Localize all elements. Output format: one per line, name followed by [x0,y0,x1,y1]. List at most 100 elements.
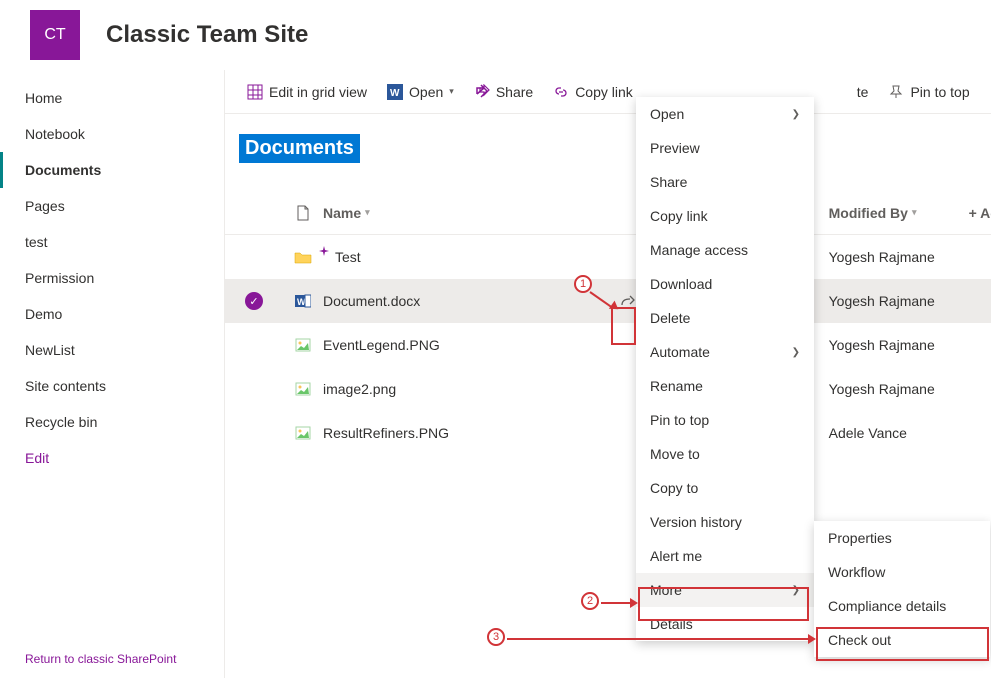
return-classic-link[interactable]: Return to classic SharePoint [0,640,224,678]
modifiedby-cell[interactable]: Yogesh Rajmane [829,337,969,353]
sidebar: Home Notebook Documents Pages test Permi… [0,70,225,678]
file-name-cell[interactable]: image2.png [323,381,583,397]
grid-icon [247,84,263,100]
ctx-copylink[interactable]: Copy link [636,199,814,233]
modifiedby-cell[interactable]: Adele Vance [829,425,969,441]
chevron-down-icon: ▾ [912,207,917,218]
sidebar-item-notebook[interactable]: Notebook [0,116,224,152]
sidebar-item-newlist[interactable]: NewList [0,332,224,368]
site-logo-text: CT [44,26,65,44]
sub-compliance[interactable]: Compliance details [814,589,990,623]
annotation-line-3 [507,638,814,640]
sidebar-item-sitecontents[interactable]: Site contents [0,368,224,404]
sidebar-item-recyclebin[interactable]: Recycle bin [0,404,224,440]
ctx-delete[interactable]: Delete [636,301,814,335]
cmd-copylink-label: Copy link [575,84,633,100]
sidebar-edit-link[interactable]: Edit [0,440,224,476]
grid-header-row: Name ▾ Modified By ▾ + Ad [225,191,991,235]
ctx-automate[interactable]: Automate ❯ [636,335,814,369]
ctx-open-label: Open [650,106,684,122]
word-icon: W [387,84,403,100]
col-head-modifiedby[interactable]: Modified By ▾ [829,205,969,221]
sidebar-item-documents[interactable]: Documents [0,152,224,188]
cmd-pin-label: Pin to top [910,84,969,100]
sidebar-item-pages[interactable]: Pages [0,188,224,224]
context-menu: Open❯ Preview Share Copy link Manage acc… [636,97,814,641]
chevron-right-icon: ❯ [792,347,800,358]
ctx-moveto[interactable]: Move to [636,437,814,471]
cmd-delete-partial-label: te [857,84,869,100]
site-title[interactable]: Classic Team Site [106,21,308,49]
cmd-edit-grid[interactable]: Edit in grid view [239,80,375,104]
sidebar-item-demo[interactable]: Demo [0,296,224,332]
svg-text:W: W [390,88,400,99]
annotation-badge-1: 1 [574,275,592,293]
cmd-share[interactable]: Share [466,80,541,104]
ctx-pin[interactable]: Pin to top [636,403,814,437]
file-name-cell[interactable]: ResultRefiners.PNG [323,425,583,441]
annotation-arrow-3 [808,634,816,644]
command-bar: Edit in grid view W Open ▾ Share Copy li… [225,70,991,114]
ctx-version-history[interactable]: Version history [636,505,814,539]
sub-workflow[interactable]: Workflow [814,555,990,589]
modifiedby-cell[interactable]: Yogesh Rajmane [829,381,969,397]
ctx-automate-label: Automate [650,344,710,360]
sidebar-item-permission[interactable]: Permission [0,260,224,296]
library-title: Documents [239,134,360,163]
site-header: CT Classic Team Site [0,0,991,70]
ctx-manage-access[interactable]: Manage access [636,233,814,267]
annotation-box-3 [816,627,989,661]
annotation-arrow-2 [630,598,638,608]
ctx-share[interactable]: Share [636,165,814,199]
table-row[interactable]: EventLegend.PNG Yogesh Rajmane [225,323,991,367]
col-head-type[interactable] [283,205,323,221]
ctx-preview[interactable]: Preview [636,131,814,165]
link-icon [553,84,569,100]
file-name-cell[interactable]: Document.docx [323,293,583,309]
cmd-edit-grid-label: Edit in grid view [269,84,367,100]
cmd-pin[interactable]: Pin to top [880,80,977,104]
col-head-modifiedby-label: Modified By [829,205,908,221]
modifiedby-cell[interactable]: Yogesh Rajmane [829,249,969,265]
sidebar-item-test[interactable]: test [0,224,224,260]
modifiedby-cell[interactable]: Yogesh Rajmane [829,293,969,309]
file-name-cell[interactable]: Test [323,249,583,265]
col-head-name-label: Name [323,205,361,221]
cmd-overflow[interactable]: ··· [982,77,991,106]
site-logo[interactable]: CT [30,10,80,60]
share-icon [474,84,490,100]
file-name-cell[interactable]: EventLegend.PNG [323,337,583,353]
col-head-name[interactable]: Name ▾ [323,205,583,221]
image-file-icon [295,426,311,440]
library-body: Documents Name ▾ Modified By ▾ + Ad [225,114,991,455]
image-file-icon [295,338,311,352]
sidebar-item-home[interactable]: Home [0,80,224,116]
pin-icon [888,84,904,100]
annotation-badge-2: 2 [581,592,599,610]
cmd-open-label: Open [409,84,443,100]
new-indicator-icon [319,246,329,256]
table-row[interactable]: Test Yogesh Rajmane [225,235,991,279]
cmd-delete-partial[interactable]: te [849,80,877,104]
image-file-icon [295,382,311,396]
file-grid: Name ▾ Modified By ▾ + Ad Test [225,191,991,455]
cmd-copylink[interactable]: Copy link [545,80,641,104]
sub-properties[interactable]: Properties [814,521,990,555]
table-row[interactable]: ResultRefiners.PNG Adele Vance [225,411,991,455]
ctx-rename[interactable]: Rename [636,369,814,403]
sidebar-nav: Home Notebook Documents Pages test Permi… [0,70,224,640]
chevron-down-icon: ▾ [365,207,370,218]
cmd-share-label: Share [496,84,533,100]
chevron-down-icon: ▾ [449,86,454,97]
col-head-add[interactable]: + Ad [969,205,991,221]
annotation-badge-3: 3 [487,628,505,646]
row-select-check[interactable] [245,292,263,310]
ctx-alert-me[interactable]: Alert me [636,539,814,573]
table-row[interactable]: image2.png Yogesh Rajmane [225,367,991,411]
annotation-box-2 [638,587,809,621]
ctx-copyto[interactable]: Copy to [636,471,814,505]
ctx-open[interactable]: Open❯ [636,97,814,131]
cmd-open[interactable]: W Open ▾ [379,80,462,104]
ctx-download[interactable]: Download [636,267,814,301]
table-row[interactable]: W Document.docx Yogesh Rajmane [225,279,991,323]
